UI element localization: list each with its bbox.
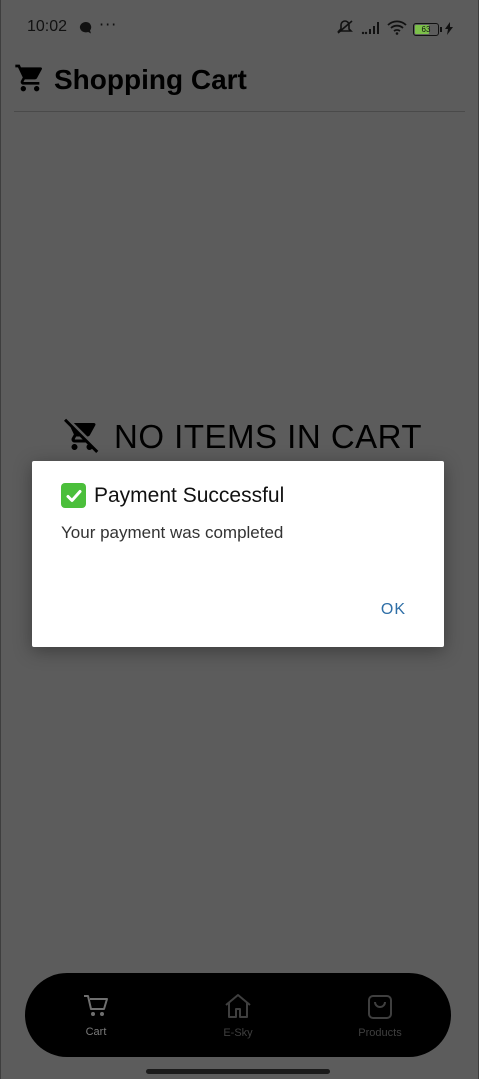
nav-item-e-sky[interactable]: E-Sky — [167, 992, 309, 1039]
left-edge-line — [0, 0, 1, 1079]
header-divider — [14, 111, 465, 112]
charging-icon — [445, 20, 453, 39]
battery-nub — [440, 26, 442, 32]
nav-item-label: Cart — [85, 1025, 107, 1038]
bottom-nav: Cart E-Sky Products — [25, 973, 451, 1057]
ok-button[interactable]: OK — [381, 601, 406, 619]
dialog-title-row: Payment Successful — [61, 483, 284, 508]
nav-item-products[interactable]: Products — [309, 992, 451, 1039]
nav-item-label: Products — [358, 1026, 402, 1039]
dialog-message: Your payment was completed — [61, 523, 284, 542]
nav-item-cart[interactable]: Cart — [25, 993, 167, 1038]
dialog-title: Payment Successful — [94, 483, 285, 507]
nav-item-label: E-Sky — [223, 1026, 253, 1039]
empty-cart-message: NO ITEMS IN CART — [114, 418, 423, 455]
status-bar: 10:02 ··· 63 — [0, 0, 479, 56]
remove-shopping-cart-icon — [64, 417, 100, 457]
signal-icon — [361, 20, 381, 39]
battery-level: 63 — [421, 24, 431, 34]
payment-success-dialog: Payment Successful Your payment was comp… — [32, 461, 444, 647]
check-mark-icon — [61, 483, 86, 508]
cart-icon — [14, 62, 46, 98]
message-notification-icon — [79, 20, 93, 39]
wifi-icon — [387, 19, 407, 39]
battery-icon: 63 — [413, 22, 442, 36]
app-header: Shopping Cart — [14, 60, 247, 100]
bag-icon — [366, 992, 394, 1024]
mute-icon — [335, 19, 355, 39]
more-notifications-icon: ··· — [99, 15, 118, 34]
empty-cart-state: NO ITEMS IN CART — [64, 417, 422, 457]
status-icons: 63 — [335, 19, 453, 39]
home-icon — [223, 992, 253, 1024]
cart-icon — [82, 993, 110, 1023]
home-indicator[interactable] — [146, 1069, 330, 1074]
page-title: Shopping Cart — [54, 64, 247, 95]
status-time: 10:02 — [27, 18, 68, 35]
